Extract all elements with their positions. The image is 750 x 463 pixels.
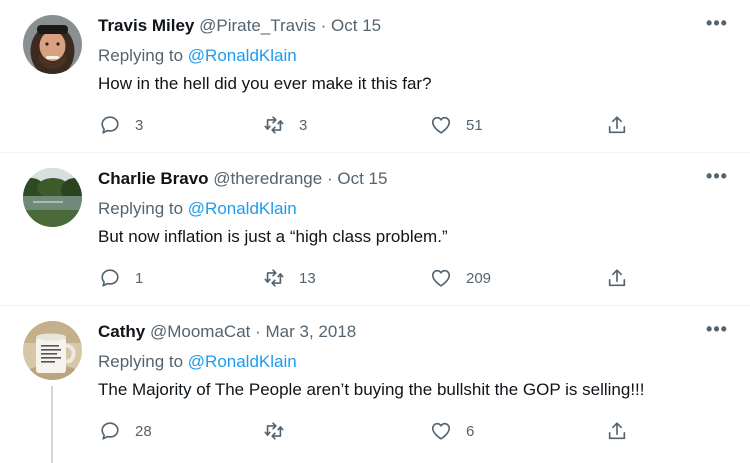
heart-icon [431, 116, 451, 134]
tweet-actions: 3 3 51 [0, 112, 750, 138]
reply-feed: Travis Miley @Pirate_Travis · Oct 15 •••… [0, 0, 750, 463]
tweet-actions: 28 6 [0, 418, 750, 444]
retweet-icon [264, 116, 284, 134]
share-button[interactable] [606, 418, 628, 444]
mention-link[interactable]: @RonaldKlain [188, 199, 297, 218]
retweet-button[interactable]: 3 [263, 112, 307, 138]
author-handle[interactable]: @MoomaCat [150, 322, 250, 341]
retweet-button[interactable]: 13 [263, 265, 316, 291]
author-handle[interactable]: @Pirate_Travis [199, 16, 316, 35]
share-icon [608, 269, 626, 287]
reply-button[interactable]: 1 [99, 265, 143, 291]
tweet-header: Charlie Bravo @theredrange · Oct 15 [98, 169, 387, 189]
mention-link[interactable]: @RonaldKlain [188, 352, 297, 371]
like-count: 51 [466, 116, 483, 134]
share-button[interactable] [606, 112, 628, 138]
like-button[interactable]: 209 [430, 265, 491, 291]
reply-button[interactable]: 28 [99, 418, 152, 444]
tweet-text: But now inflation is just a “high class … [98, 227, 448, 246]
tweet-date[interactable]: Oct 15 [337, 169, 387, 188]
like-count: 209 [466, 269, 492, 287]
reply-icon [101, 116, 119, 134]
retweet-icon [264, 422, 284, 440]
share-icon [608, 422, 626, 440]
reply-button[interactable]: 3 [99, 112, 143, 138]
avatar[interactable] [23, 321, 82, 380]
like-button[interactable]: 51 [430, 112, 483, 138]
more-options-icon[interactable]: ••• [706, 165, 728, 187]
more-options-icon[interactable]: ••• [706, 318, 728, 340]
share-button[interactable] [606, 265, 628, 291]
tweet-cathy[interactable]: Cathy @MoomaCat · Mar 3, 2018 ••• Replyi… [0, 306, 750, 463]
reply-icon [101, 422, 119, 440]
reply-count: 28 [135, 422, 152, 440]
separator-dot: · [326, 169, 333, 188]
tweet-text: The Majority of The People aren’t buying… [98, 380, 645, 399]
share-icon [608, 116, 626, 134]
tweet-date[interactable]: Oct 15 [331, 16, 381, 35]
tweet-text: How in the hell did you ever make it thi… [98, 74, 432, 93]
like-button[interactable]: 6 [430, 418, 474, 444]
avatar[interactable] [23, 168, 82, 227]
separator-dot: · [320, 16, 327, 35]
separator-dot: · [255, 322, 261, 341]
tweet-charlie-bravo[interactable]: Charlie Bravo @theredrange · Oct 15 ••• … [0, 153, 750, 306]
heart-icon [431, 269, 451, 287]
reply-count: 3 [135, 116, 144, 134]
tweet-date[interactable]: Mar 3, 2018 [266, 322, 357, 341]
tweet-header: Cathy @MoomaCat · Mar 3, 2018 [98, 322, 356, 342]
retweet-count: 13 [299, 269, 316, 287]
heart-icon [431, 422, 451, 440]
more-options-icon[interactable]: ••• [706, 12, 728, 34]
retweet-button[interactable] [263, 418, 299, 444]
retweet-count: 3 [299, 116, 308, 134]
replying-to-label: Replying to [98, 46, 188, 65]
like-count: 6 [466, 422, 475, 440]
replying-to: Replying to @RonaldKlain [98, 199, 297, 219]
author-name[interactable]: Charlie Bravo [98, 169, 209, 188]
author-name[interactable]: Cathy [98, 322, 145, 341]
reply-count: 1 [135, 269, 144, 287]
tweet-travis-miley[interactable]: Travis Miley @Pirate_Travis · Oct 15 •••… [0, 0, 750, 153]
reply-icon [101, 269, 119, 287]
tweet-header: Travis Miley @Pirate_Travis · Oct 15 [98, 16, 381, 36]
replying-to-label: Replying to [98, 352, 188, 371]
replying-to: Replying to @RonaldKlain [98, 46, 297, 66]
author-name[interactable]: Travis Miley [98, 16, 194, 35]
replying-to-label: Replying to [98, 199, 188, 218]
mention-link[interactable]: @RonaldKlain [188, 46, 297, 65]
author-handle[interactable]: @theredrange [213, 169, 322, 188]
retweet-icon [264, 269, 284, 287]
avatar[interactable] [23, 15, 82, 74]
replying-to: Replying to @RonaldKlain [98, 352, 297, 372]
tweet-actions: 1 13 209 [0, 265, 750, 291]
